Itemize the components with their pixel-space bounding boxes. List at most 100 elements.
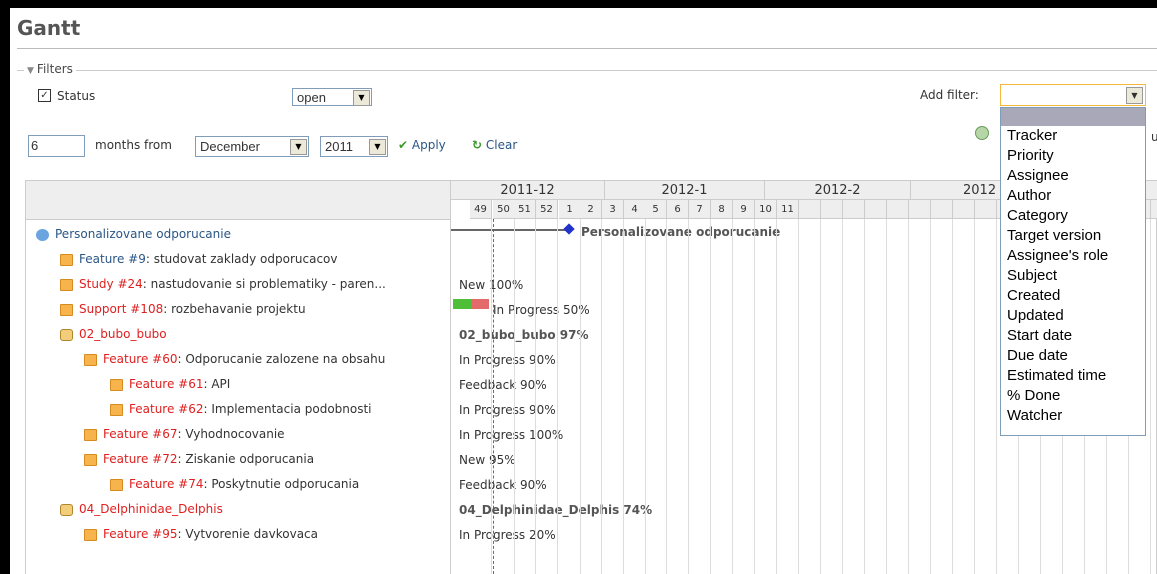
status-checkbox[interactable]: ✓ [38,89,51,102]
issue-subject: : API [203,377,231,391]
version-link[interactable]: 04_Delphinidae_Delphis [79,502,223,516]
issue-link[interactable]: Feature #67 [103,427,177,441]
subject-row: Support #108: rozbehavanie projektu [60,298,306,320]
filters-legend-label: Filters [36,62,73,76]
project-icon [36,228,49,241]
week-header-cell: 49 [470,200,492,219]
add-filter-option[interactable]: Target version [1001,226,1145,246]
bar-label: New 95% [459,453,516,467]
issue-icon [110,403,123,416]
add-filter-option[interactable]: Watcher [1001,406,1145,426]
week-header-cell: 9 [733,200,755,219]
add-filter-option[interactable]: Assignee [1001,166,1145,186]
subject-row: Feature #72: Ziskanie odporucania [84,448,314,470]
week-header-cell: 3 [602,200,624,219]
subject-row: Feature #67: Vyhodnocovanie [84,423,285,445]
issue-subject: : Poskytnutie odporucania [203,477,360,491]
add-filter-option[interactable]: Due date [1001,346,1145,366]
issue-icon [84,453,97,466]
project-bar-label: Personalizovane odporucanie [581,225,781,239]
bar-label: In Progress 90% [459,353,556,367]
zoom-in-icon[interactable] [975,126,989,140]
issue-link[interactable]: Feature #95 [103,527,177,541]
week-grid-line [952,219,953,574]
status-operator-value: open [297,90,326,105]
gantt-chart: Personalizovane odporucanie Feature #9: … [25,180,1157,574]
subject-row: Feature #95: Vytvorenie davkovaca [84,523,318,545]
clear-button[interactable]: ↻ Clear [472,138,517,152]
apply-button[interactable]: ✔ Apply [398,138,446,152]
add-filter-option[interactable]: Category [1001,206,1145,226]
issue-link[interactable]: Study #24 [79,277,143,291]
issue-link[interactable]: Feature #72 [103,452,177,466]
add-filter-dropdown-list[interactable]: Tracker Priority Assignee Author Category Tar… [1000,107,1146,436]
project-link[interactable]: Personalizovane odporucanie [55,227,231,241]
add-filter-option[interactable] [1001,108,1145,126]
issue-link[interactable]: Feature #61 [129,377,203,391]
month-select-value: December [200,139,260,154]
week-header-cell [975,200,997,219]
week-header-cell: 5 [645,200,667,219]
issue-subject: : Vytvorenie davkovaca [177,527,319,541]
issue-subject: : Ziskanie odporucania [177,452,315,466]
issue-link[interactable]: Feature #60 [103,352,177,366]
collapse-triangle-icon: ▼ [27,66,34,76]
week-grid-line [798,219,799,574]
subjects-column: Personalizovane odporucanie Feature #9: … [26,219,451,574]
week-header-cell: 6 [667,200,689,219]
version-link[interactable]: 02_bubo_bubo [79,327,167,341]
add-filter-select[interactable]: ▼ [1000,84,1146,106]
add-filter-option[interactable]: Created [1001,286,1145,306]
subject-row: Feature #61: API [110,373,230,395]
week-grid-line [908,219,909,574]
chevron-down-icon[interactable]: ▼ [290,139,307,155]
subject-row: Study #24: nastudovanie si problematiky … [60,273,386,295]
week-header-cell [887,200,909,219]
add-filter-option[interactable]: Updated [1001,306,1145,326]
months-from-label: months from [95,138,172,152]
issue-link[interactable]: Support #108 [79,302,163,316]
week-grid-line [820,219,821,574]
week-grid-line [514,219,515,574]
subject-row-project: Personalizovane odporucanie [36,223,231,245]
year-select[interactable]: 2011 ▼ [320,136,388,157]
week-header-cell [843,200,865,219]
subject-row: Feature #62: Implementacia podobnosti [110,398,372,420]
partial-link-text[interactable]: ut [1151,130,1157,144]
week-grid-line [710,219,711,574]
status-operator-select[interactable]: open ▼ [292,88,372,106]
issue-subject: : nastudovanie si problematiky - paren..… [142,277,386,291]
week-grid-line [666,219,667,574]
add-filter-option[interactable]: % Done [1001,386,1145,406]
issue-link[interactable]: Feature #62 [129,402,203,416]
add-filter-option[interactable]: Start date [1001,326,1145,346]
week-header-cell: 1 [559,200,581,219]
add-filter-option[interactable]: Priority [1001,146,1145,166]
week-grid-line [974,219,975,574]
add-filter-option[interactable]: Assignee's role [1001,246,1145,266]
subject-row-version: 02_bubo_bubo [60,323,167,345]
subjects-header [26,181,451,220]
week-header-cell: 50 [493,200,515,219]
week-header-cell [821,200,843,219]
issue-link[interactable]: Feature #74 [129,477,203,491]
issue-link[interactable]: Feature #9 [79,252,146,266]
month-header-cell: 2011-12 [451,181,605,200]
chevron-down-icon[interactable]: ▼ [353,90,370,106]
add-filter-option[interactable]: Estimated time [1001,366,1145,386]
issue-subject: : studovat zaklady odporucacov [145,252,338,266]
chevron-down-icon[interactable]: ▼ [1126,87,1143,104]
week-grid-line [1150,219,1151,574]
page-title: Gantt [17,16,81,40]
filters-legend[interactable]: ▼ Filters [24,62,76,76]
chevron-down-icon[interactable]: ▼ [369,139,386,155]
add-filter-option[interactable]: Author [1001,186,1145,206]
add-filter-option[interactable]: Tracker [1001,126,1145,146]
months-input[interactable]: 6 [28,135,85,157]
month-select[interactable]: December ▼ [195,136,309,157]
issue-icon [84,353,97,366]
bar-label: In Progress 20% [459,528,556,542]
issue-subject: : Odporucanie zalozene na obsahu [177,352,386,366]
add-filter-option[interactable]: Subject [1001,266,1145,286]
week-header-cell [931,200,953,219]
